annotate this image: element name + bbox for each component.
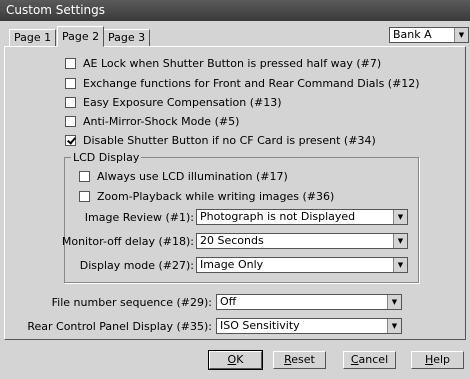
checkbox[interactable] xyxy=(79,191,90,202)
option-label: Anti-Mirror-Shock Mode (#5) xyxy=(83,115,240,128)
ok-button[interactable]: OK xyxy=(208,350,263,370)
image-review-label: Image Review (#1): xyxy=(84,211,194,224)
file-number-sequence-value: Off xyxy=(220,295,237,308)
display-mode-select[interactable]: Image Only ▼ xyxy=(196,257,408,273)
option-exchange-dials[interactable]: Exchange functions for Front and Rear Co… xyxy=(65,77,420,90)
help-label-rest: elp xyxy=(433,353,451,366)
cancel-label-rest: ancel xyxy=(358,353,389,366)
option-label: Disable Shutter Button if no CF Card is … xyxy=(83,134,376,147)
chevron-down-icon[interactable]: ▼ xyxy=(393,258,407,272)
checkbox-checked[interactable] xyxy=(65,135,76,146)
tab-page-1[interactable]: Page 1 xyxy=(9,29,57,46)
display-mode-value: Image Only xyxy=(200,258,264,271)
file-number-sequence-select[interactable]: Off ▼ xyxy=(216,294,402,310)
chevron-down-icon[interactable]: ▼ xyxy=(393,234,407,248)
monitor-off-delay-label: Monitor-off delay (#18): xyxy=(61,235,194,248)
window-title: Custom Settings xyxy=(6,3,106,17)
checkbox[interactable] xyxy=(65,116,76,127)
cancel-button[interactable]: Cancel xyxy=(343,351,396,369)
chevron-down-icon[interactable]: ▼ xyxy=(454,28,468,42)
bank-select[interactable]: Bank A ▼ xyxy=(389,27,469,43)
tab-page-2[interactable]: Page 2 xyxy=(57,26,105,47)
image-review-select[interactable]: Photograph is not Displayed ▼ xyxy=(196,209,408,225)
title-bar: Custom Settings xyxy=(0,0,470,21)
option-zoom-playback[interactable]: Zoom-Playback while writing images (#36) xyxy=(79,190,334,203)
checkbox[interactable] xyxy=(65,58,76,69)
display-mode-label: Display mode (#27): xyxy=(79,259,194,272)
option-label: Easy Exposure Compensation (#13) xyxy=(83,96,282,109)
reset-button[interactable]: Reset xyxy=(273,351,326,369)
help-mnemonic: H xyxy=(424,353,434,366)
rear-control-panel-label: Rear Control Panel Display (#35): xyxy=(27,320,212,333)
help-button[interactable]: Help xyxy=(411,351,464,369)
image-review-value: Photograph is not Displayed xyxy=(200,210,356,223)
option-ae-lock[interactable]: AE Lock when Shutter Button is pressed h… xyxy=(65,57,381,70)
checkbox[interactable] xyxy=(79,171,90,182)
ok-mnemonic: O xyxy=(227,353,237,366)
bank-select-value: Bank A xyxy=(393,28,432,41)
checkbox[interactable] xyxy=(65,97,76,108)
option-label: Always use LCD illumination (#17) xyxy=(97,170,288,183)
rear-control-panel-value: ISO Sensitivity xyxy=(220,319,300,332)
reset-label-rest: eset xyxy=(291,353,315,366)
lcd-display-group-label: LCD Display xyxy=(71,151,142,164)
option-label: AE Lock when Shutter Button is pressed h… xyxy=(83,57,382,70)
ok-label-rest: K xyxy=(236,353,244,366)
custom-settings-dialog: Custom Settings Page 1 Page 2 Page 3 Ban… xyxy=(0,0,470,379)
chevron-down-icon[interactable]: ▼ xyxy=(387,319,401,333)
option-label: Exchange functions for Front and Rear Co… xyxy=(83,77,420,90)
file-number-sequence-label: File number sequence (#29): xyxy=(51,296,212,309)
cancel-mnemonic: C xyxy=(350,353,359,366)
option-disable-shutter[interactable]: Disable Shutter Button if no CF Card is … xyxy=(65,134,376,147)
option-lcd-illumination[interactable]: Always use LCD illumination (#17) xyxy=(79,170,288,183)
option-anti-mirror-shock[interactable]: Anti-Mirror-Shock Mode (#5) xyxy=(65,115,239,128)
rear-control-panel-select[interactable]: ISO Sensitivity ▼ xyxy=(216,318,402,334)
chevron-down-icon[interactable]: ▼ xyxy=(393,210,407,224)
option-easy-exposure[interactable]: Easy Exposure Compensation (#13) xyxy=(65,96,282,109)
tab-page-3[interactable]: Page 3 xyxy=(103,29,151,46)
chevron-down-icon[interactable]: ▼ xyxy=(387,295,401,309)
checkbox[interactable] xyxy=(65,78,76,89)
monitor-off-delay-select[interactable]: 20 Seconds ▼ xyxy=(196,233,408,249)
monitor-off-delay-value: 20 Seconds xyxy=(200,234,264,247)
option-label: Zoom-Playback while writing images (#36) xyxy=(97,190,335,203)
